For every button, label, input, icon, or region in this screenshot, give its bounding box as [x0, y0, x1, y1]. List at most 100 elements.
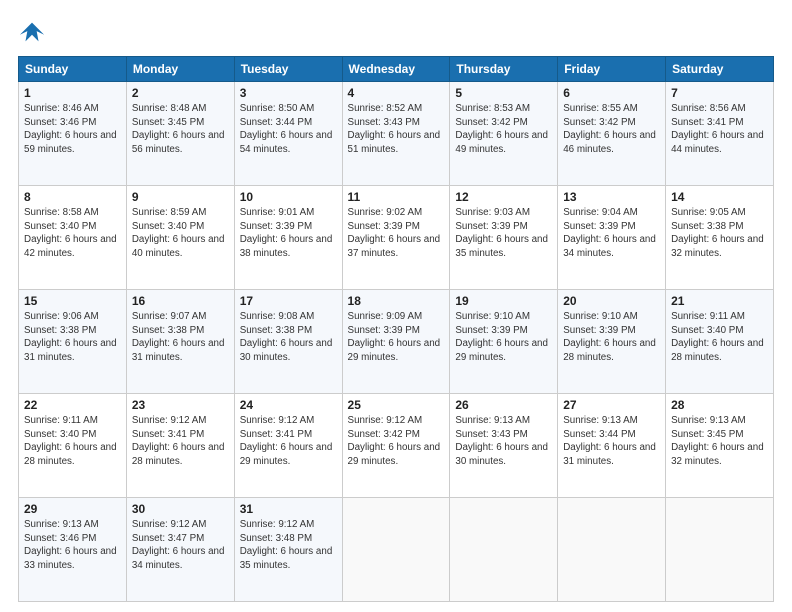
day-detail: Sunrise: 9:13 AMSunset: 3:45 PMDaylight:…	[671, 414, 768, 469]
day-number: 8	[24, 190, 121, 204]
week-row-1: 1 Sunrise: 8:46 AMSunset: 3:46 PMDaylight…	[19, 82, 774, 186]
day-cell-5: 5 Sunrise: 8:53 AMSunset: 3:42 PMDaylight…	[450, 82, 558, 186]
day-cell-11: 11 Sunrise: 9:02 AMSunset: 3:39 PMDayligh…	[342, 186, 450, 290]
day-number: 26	[455, 398, 552, 412]
day-cell-18: 18 Sunrise: 9:09 AMSunset: 3:39 PMDayligh…	[342, 290, 450, 394]
day-cell-23: 23 Sunrise: 9:12 AMSunset: 3:41 PMDayligh…	[126, 394, 234, 498]
day-detail: Sunrise: 9:07 AMSunset: 3:38 PMDaylight:…	[132, 310, 229, 365]
day-cell-2: 2 Sunrise: 8:48 AMSunset: 3:45 PMDaylight…	[126, 82, 234, 186]
logo	[18, 18, 50, 46]
weekday-header-wednesday: Wednesday	[342, 57, 450, 82]
day-number: 30	[132, 502, 229, 516]
day-cell-30: 30Sunrise: 9:12 AMSunset: 3:47 PMDayligh…	[126, 498, 234, 602]
weekday-header-saturday: Saturday	[666, 57, 774, 82]
day-number: 29	[24, 502, 121, 516]
day-cell-22: 22 Sunrise: 9:11 AMSunset: 3:40 PMDayligh…	[19, 394, 127, 498]
day-cell-1: 1 Sunrise: 8:46 AMSunset: 3:46 PMDaylight…	[19, 82, 127, 186]
day-cell-31: 31 Sunrise: 9:12 AMSunset: 3:48 PMDayligh…	[234, 498, 342, 602]
day-cell-29: 29 Sunrise: 9:13 AMSunset: 3:46 PMDayligh…	[19, 498, 127, 602]
week-row-5: 29 Sunrise: 9:13 AMSunset: 3:46 PMDayligh…	[19, 498, 774, 602]
day-cell-12: 12Sunrise: 9:03 AMSunset: 3:39 PMDayligh…	[450, 186, 558, 290]
day-number: 1	[24, 86, 121, 100]
day-cell-10: 10 Sunrise: 9:01 AMSunset: 3:39 PMDayligh…	[234, 186, 342, 290]
day-cell-27: 27 Sunrise: 9:13 AMSunset: 3:44 PMDayligh…	[558, 394, 666, 498]
day-cell-17: 17 Sunrise: 9:08 AMSunset: 3:38 PMDayligh…	[234, 290, 342, 394]
day-number: 31	[240, 502, 337, 516]
day-cell-6: 6Sunrise: 8:55 AMSunset: 3:42 PMDaylight…	[558, 82, 666, 186]
calendar-body: 1 Sunrise: 8:46 AMSunset: 3:46 PMDaylight…	[19, 82, 774, 602]
day-detail: Sunrise: 9:11 AMSunset: 3:40 PMDaylight:…	[671, 310, 768, 365]
day-detail: Sunrise: 9:10 AMSunset: 3:39 PMDaylight:…	[563, 310, 660, 365]
day-cell-28: 28 Sunrise: 9:13 AMSunset: 3:45 PMDayligh…	[666, 394, 774, 498]
day-detail: Sunrise: 8:58 AMSunset: 3:40 PMDaylight:…	[24, 206, 121, 261]
day-number: 4	[348, 86, 445, 100]
week-row-2: 8 Sunrise: 8:58 AMSunset: 3:40 PMDaylight…	[19, 186, 774, 290]
weekday-header-friday: Friday	[558, 57, 666, 82]
day-detail: Sunrise: 9:03 AMSunset: 3:39 PMDaylight:…	[455, 206, 552, 261]
day-detail: Sunrise: 9:06 AMSunset: 3:38 PMDaylight:…	[24, 310, 121, 365]
day-number: 14	[671, 190, 768, 204]
day-number: 9	[132, 190, 229, 204]
day-detail: Sunrise: 9:10 AMSunset: 3:39 PMDaylight:…	[455, 310, 552, 365]
weekday-header-monday: Monday	[126, 57, 234, 82]
day-detail: Sunrise: 8:56 AMSunset: 3:41 PMDaylight:…	[671, 102, 768, 157]
calendar-header: SundayMondayTuesdayWednesdayThursdayFrid…	[19, 57, 774, 82]
day-cell-9: 9 Sunrise: 8:59 AMSunset: 3:40 PMDaylight…	[126, 186, 234, 290]
day-number: 27	[563, 398, 660, 412]
day-number: 13	[563, 190, 660, 204]
day-number: 11	[348, 190, 445, 204]
day-detail: Sunrise: 9:11 AMSunset: 3:40 PMDaylight:…	[24, 414, 121, 469]
weekday-header-tuesday: Tuesday	[234, 57, 342, 82]
weekday-row: SundayMondayTuesdayWednesdayThursdayFrid…	[19, 57, 774, 82]
day-detail: Sunrise: 9:12 AMSunset: 3:42 PMDaylight:…	[348, 414, 445, 469]
day-number: 10	[240, 190, 337, 204]
day-number: 18	[348, 294, 445, 308]
day-number: 20	[563, 294, 660, 308]
day-cell-21: 21 Sunrise: 9:11 AMSunset: 3:40 PMDayligh…	[666, 290, 774, 394]
day-detail: Sunrise: 9:05 AMSunset: 3:38 PMDaylight:…	[671, 206, 768, 261]
day-detail: Sunrise: 9:13 AMSunset: 3:43 PMDaylight:…	[455, 414, 552, 469]
day-detail: Sunrise: 8:50 AMSunset: 3:44 PMDaylight:…	[240, 102, 337, 157]
day-number: 15	[24, 294, 121, 308]
day-detail: Sunrise: 9:02 AMSunset: 3:39 PMDaylight:…	[348, 206, 445, 261]
day-detail: Sunrise: 9:12 AMSunset: 3:48 PMDaylight:…	[240, 518, 337, 573]
day-number: 23	[132, 398, 229, 412]
day-detail: Sunrise: 9:13 AMSunset: 3:46 PMDaylight:…	[24, 518, 121, 573]
day-number: 5	[455, 86, 552, 100]
day-number: 2	[132, 86, 229, 100]
day-cell-15: 15 Sunrise: 9:06 AMSunset: 3:38 PMDayligh…	[19, 290, 127, 394]
weekday-header-thursday: Thursday	[450, 57, 558, 82]
empty-cell	[450, 498, 558, 602]
day-number: 7	[671, 86, 768, 100]
day-cell-4: 4 Sunrise: 8:52 AMSunset: 3:43 PMDaylight…	[342, 82, 450, 186]
calendar-table: SundayMondayTuesdayWednesdayThursdayFrid…	[18, 56, 774, 602]
day-detail: Sunrise: 9:04 AMSunset: 3:39 PMDaylight:…	[563, 206, 660, 261]
day-cell-24: 24Sunrise: 9:12 AMSunset: 3:41 PMDayligh…	[234, 394, 342, 498]
day-number: 3	[240, 86, 337, 100]
day-cell-14: 14 Sunrise: 9:05 AMSunset: 3:38 PMDayligh…	[666, 186, 774, 290]
day-detail: Sunrise: 8:53 AMSunset: 3:42 PMDaylight:…	[455, 102, 552, 157]
day-detail: Sunrise: 9:09 AMSunset: 3:39 PMDaylight:…	[348, 310, 445, 365]
day-detail: Sunrise: 8:46 AMSunset: 3:46 PMDaylight:…	[24, 102, 121, 157]
week-row-3: 15 Sunrise: 9:06 AMSunset: 3:38 PMDayligh…	[19, 290, 774, 394]
day-detail: Sunrise: 9:12 AMSunset: 3:41 PMDaylight:…	[132, 414, 229, 469]
empty-cell	[558, 498, 666, 602]
day-detail: Sunrise: 9:01 AMSunset: 3:39 PMDaylight:…	[240, 206, 337, 261]
day-cell-20: 20 Sunrise: 9:10 AMSunset: 3:39 PMDayligh…	[558, 290, 666, 394]
day-number: 21	[671, 294, 768, 308]
day-detail: Sunrise: 8:48 AMSunset: 3:45 PMDaylight:…	[132, 102, 229, 157]
day-cell-25: 25Sunrise: 9:12 AMSunset: 3:42 PMDayligh…	[342, 394, 450, 498]
day-number: 17	[240, 294, 337, 308]
day-number: 22	[24, 398, 121, 412]
day-number: 19	[455, 294, 552, 308]
day-detail: Sunrise: 9:08 AMSunset: 3:38 PMDaylight:…	[240, 310, 337, 365]
logo-icon	[18, 18, 46, 46]
day-detail: Sunrise: 8:52 AMSunset: 3:43 PMDaylight:…	[348, 102, 445, 157]
day-number: 6	[563, 86, 660, 100]
day-detail: Sunrise: 8:59 AMSunset: 3:40 PMDaylight:…	[132, 206, 229, 261]
day-detail: Sunrise: 9:13 AMSunset: 3:44 PMDaylight:…	[563, 414, 660, 469]
day-cell-16: 16Sunrise: 9:07 AMSunset: 3:38 PMDayligh…	[126, 290, 234, 394]
weekday-header-sunday: Sunday	[19, 57, 127, 82]
page: SundayMondayTuesdayWednesdayThursdayFrid…	[0, 0, 792, 612]
day-number: 28	[671, 398, 768, 412]
